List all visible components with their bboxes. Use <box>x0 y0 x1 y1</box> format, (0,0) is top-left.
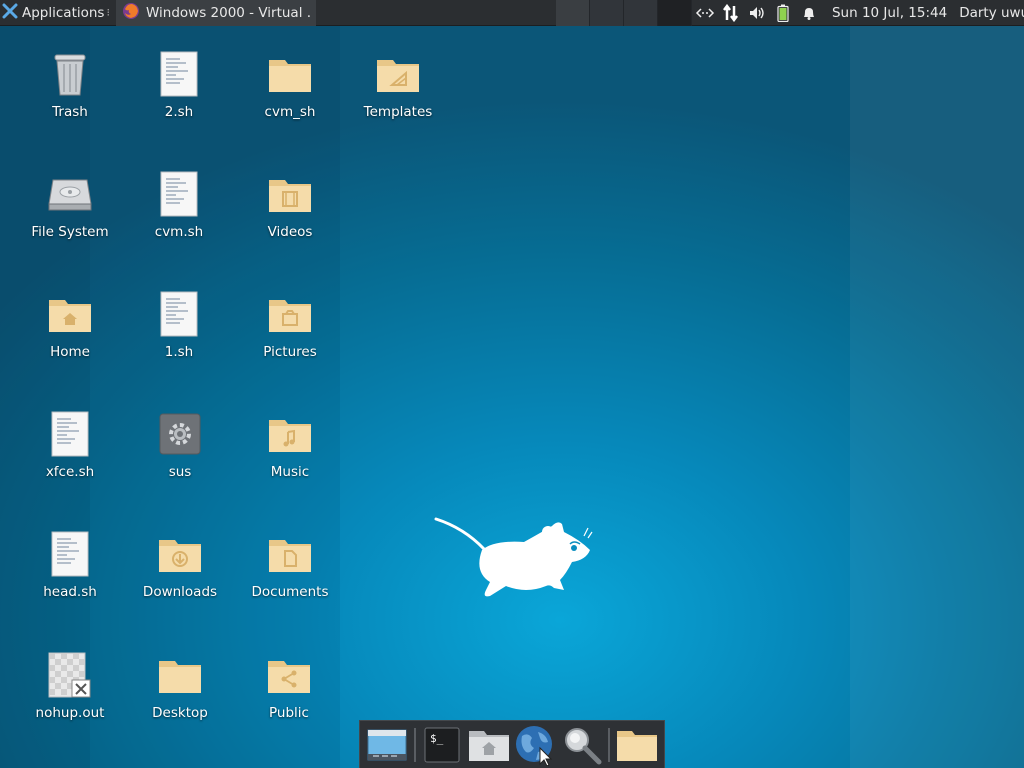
taskbar-button-title: Windows 2000 - Virtual ... <box>145 4 310 21</box>
desktop-icon-sus[interactable]: sus <box>130 410 230 480</box>
hard-drive-icon <box>46 170 94 218</box>
trash-icon <box>46 50 94 98</box>
desktop-icon-cvm-sh-folder[interactable]: cvm_sh <box>240 50 340 120</box>
dock-separator <box>413 727 416 762</box>
battery-icon[interactable] <box>770 0 796 26</box>
desktop-icon-nohup-out[interactable]: nohup.out <box>20 651 120 721</box>
folder-videos-icon <box>266 170 314 218</box>
system-tray: Sun 10 Jul, 15:44 Darty uwu <box>692 0 1024 26</box>
dock-separator <box>608 727 611 762</box>
desktop-icon-head-sh[interactable]: head.sh <box>20 530 120 600</box>
desktop-icon-label: head.sh <box>43 584 97 600</box>
desktop-icon-label: xfce.sh <box>45 464 95 480</box>
desktop-icon-file-system[interactable]: File System <box>20 170 120 240</box>
workspace-3[interactable] <box>623 0 658 26</box>
folder-icon[interactable] <box>615 723 658 767</box>
folder-icon <box>156 651 204 699</box>
script-file-icon <box>155 170 203 218</box>
workspace-1[interactable] <box>555 0 590 26</box>
web-browser-icon[interactable] <box>514 723 557 767</box>
folder-downloads-icon <box>156 530 204 578</box>
desktop-icon-templates[interactable]: Templates <box>348 50 448 120</box>
folder-icon <box>266 50 314 98</box>
terminal-icon[interactable]: $_ <box>421 723 464 767</box>
script-file-icon <box>46 530 94 578</box>
desktop-icon-music[interactable]: Music <box>240 410 340 480</box>
desktop-icon-desktop[interactable]: Desktop <box>130 651 230 721</box>
xfce-mouse-logo <box>434 514 594 608</box>
desktop-icon-label: nohup.out <box>35 705 105 721</box>
script-file-icon <box>155 50 203 98</box>
desktop-icon-label: sus <box>168 464 192 480</box>
svg-text:$_: $_ <box>430 732 444 745</box>
desktop-icon-pictures[interactable]: Pictures <box>240 290 340 360</box>
wallpaper-band <box>850 26 1024 768</box>
show-desktop-icon[interactable] <box>366 723 409 767</box>
workspace-switcher <box>555 0 692 26</box>
folder-public-icon <box>265 651 313 699</box>
desktop-icon-label: Trash <box>52 104 88 120</box>
desktop-icon-label: Templates <box>363 104 433 120</box>
top-panel: Applications ⁝ Windows 2000 - Virtual ..… <box>0 0 1024 26</box>
desktop-icon-label: Pictures <box>263 344 317 360</box>
panel-clock[interactable]: Sun 10 Jul, 15:44 <box>832 5 947 21</box>
desktop-icon-label: Videos <box>267 224 313 240</box>
desktop-icon-cvm-sh[interactable]: cvm.sh <box>129 170 229 240</box>
desktop-icon-label: Public <box>269 705 309 721</box>
network-icon[interactable] <box>692 0 718 26</box>
desktop-icon-home[interactable]: Home <box>20 290 120 360</box>
applications-label: Applications <box>22 4 105 21</box>
network-transfer-icon[interactable] <box>718 0 744 26</box>
script-file-icon <box>46 410 94 458</box>
volume-icon[interactable] <box>744 0 770 26</box>
desktop-icon-trash[interactable]: Trash <box>20 50 120 120</box>
desktop-icon-videos[interactable]: Videos <box>240 170 340 240</box>
desktop-icon-label: Home <box>50 344 90 360</box>
folder-pictures-icon <box>266 290 314 338</box>
desktop-icon-label: cvm_sh <box>264 104 316 120</box>
script-file-icon <box>155 290 203 338</box>
applications-menu-button[interactable]: Applications ⁝ <box>0 0 114 26</box>
xfce-logo-icon <box>2 3 18 23</box>
desktop-icon-label: 2.sh <box>164 104 194 120</box>
search-icon[interactable] <box>561 723 604 767</box>
desktop-icon-label: cvm.sh <box>154 224 204 240</box>
menu-separator: ⁝ <box>106 6 110 19</box>
desktop-icon-2-sh[interactable]: 2.sh <box>129 50 229 120</box>
desktop-icon-xfce-sh[interactable]: xfce.sh <box>20 410 120 480</box>
workspace-4[interactable] <box>657 0 692 26</box>
desktop-icon-1-sh[interactable]: 1.sh <box>129 290 229 360</box>
workspace-2[interactable] <box>589 0 624 26</box>
folder-home-icon <box>46 290 94 338</box>
taskbar-button-virtual-machine[interactable]: Windows 2000 - Virtual ... <box>115 0 316 26</box>
bottom-dock: $_ <box>359 720 665 768</box>
desktop-icon-label: Music <box>270 464 310 480</box>
folder-templates-icon <box>374 50 422 98</box>
home-folder-icon[interactable] <box>467 723 510 767</box>
desktop-icon-label: Downloads <box>142 584 218 600</box>
desktop-icon-documents[interactable]: Documents <box>240 530 340 600</box>
broken-file-icon <box>46 651 94 699</box>
folder-music-icon <box>266 410 314 458</box>
notification-bell-icon[interactable] <box>796 0 822 26</box>
desktop-icon-label: 1.sh <box>164 344 194 360</box>
gear-icon <box>156 410 204 458</box>
desktop-icon-label: Desktop <box>152 705 208 721</box>
desktop-icon-downloads[interactable]: Downloads <box>130 530 230 600</box>
desktop-icon-label: File System <box>31 224 109 240</box>
desktop-icon-public[interactable]: Public <box>239 651 339 721</box>
desktop-icon-label: Documents <box>251 584 329 600</box>
folder-documents-icon <box>266 530 314 578</box>
user-menu[interactable]: Darty uwu <box>959 5 1024 21</box>
firefox-icon <box>122 2 140 24</box>
